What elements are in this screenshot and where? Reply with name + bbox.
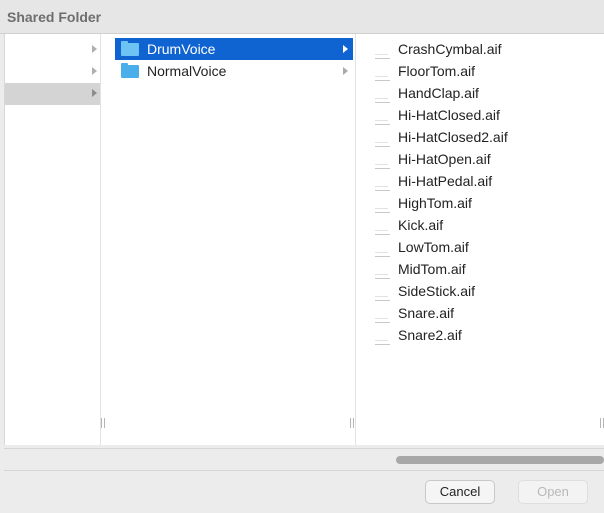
audio-file-icon — [375, 106, 390, 125]
folder-label: DrumVoice — [147, 41, 216, 57]
dialog-title-bar: Shared Folder — [0, 0, 604, 34]
audio-file-icon — [375, 282, 390, 301]
browser-bottom-border — [4, 448, 604, 449]
horizontal-scrollbar-thumb[interactable] — [396, 456, 604, 464]
disclosure-arrow-icon — [92, 89, 97, 97]
audio-file-icon — [375, 128, 390, 147]
disclosure-arrow-icon — [343, 45, 348, 53]
file-label: SideStick.aif — [398, 283, 476, 299]
audio-file-icon — [375, 172, 390, 191]
file-label: Hi-HatClosed2.aif — [398, 129, 508, 145]
browser-column-2[interactable]: DrumVoice NormalVoice — [110, 34, 355, 445]
file-label: HandClap.aif — [398, 85, 479, 101]
column-1-row[interactable] — [5, 61, 100, 83]
file-item[interactable]: Kick.aif — [367, 214, 597, 236]
file-item[interactable]: CrashCymbal.aif — [367, 38, 597, 60]
disclosure-arrow-icon — [92, 67, 97, 75]
cancel-button[interactable]: Cancel — [425, 480, 495, 504]
file-item[interactable]: LowTom.aif — [367, 236, 597, 258]
browser-column-1[interactable] — [5, 34, 100, 445]
button-bar-separator — [4, 470, 604, 471]
column-2-resize-handle[interactable] — [349, 418, 355, 428]
file-item[interactable]: Hi-HatClosed2.aif — [367, 126, 597, 148]
file-label: MidTom.aif — [398, 261, 466, 277]
browser-column-3[interactable]: CrashCymbal.aif FloorTom.aif HandClap.ai… — [367, 34, 604, 445]
folder-label: NormalVoice — [147, 63, 227, 79]
column-1-resize-handle[interactable] — [100, 418, 106, 428]
folder-item-normalvoice[interactable]: NormalVoice — [115, 60, 353, 82]
file-label: HighTom.aif — [398, 195, 472, 211]
file-label: Snare2.aif — [398, 327, 462, 343]
audio-file-icon — [375, 62, 390, 81]
audio-file-icon — [375, 40, 390, 59]
audio-file-icon — [375, 238, 390, 257]
file-item[interactable]: MidTom.aif — [367, 258, 597, 280]
file-label: Hi-HatPedal.aif — [398, 173, 493, 189]
folder-icon — [121, 63, 139, 78]
audio-file-icon — [375, 326, 390, 345]
file-item[interactable]: Hi-HatPedal.aif — [367, 170, 597, 192]
audio-file-icon — [375, 194, 390, 213]
file-item[interactable]: Hi-HatOpen.aif — [367, 148, 597, 170]
column-1-row-selected[interactable] — [5, 83, 100, 105]
disclosure-arrow-icon — [343, 67, 348, 75]
file-item[interactable]: SideStick.aif — [367, 280, 597, 302]
file-label: CrashCymbal.aif — [398, 41, 502, 57]
audio-file-icon — [375, 260, 390, 279]
open-button[interactable]: Open — [518, 480, 588, 504]
column-1-row[interactable] — [5, 39, 100, 61]
audio-file-icon — [375, 150, 390, 169]
file-label: Kick.aif — [398, 217, 444, 233]
folder-icon — [121, 41, 139, 56]
column-3-resize-handle[interactable] — [599, 418, 604, 428]
column-browser[interactable]: DrumVoice NormalVoice CrashCymbal.aif Fl… — [4, 34, 604, 445]
file-item[interactable]: Snare.aif — [367, 302, 597, 324]
audio-file-icon — [375, 304, 390, 323]
file-item[interactable]: Snare2.aif — [367, 324, 597, 346]
file-label: Hi-HatClosed.aif — [398, 107, 500, 123]
file-label: Snare.aif — [398, 305, 455, 321]
column-divider — [100, 34, 101, 445]
folder-item-drumvoice[interactable]: DrumVoice — [115, 38, 353, 60]
file-item[interactable]: HandClap.aif — [367, 82, 597, 104]
disclosure-arrow-icon — [92, 45, 97, 53]
file-label: LowTom.aif — [398, 239, 469, 255]
file-label: FloorTom.aif — [398, 63, 476, 79]
column-divider — [355, 34, 356, 445]
file-item[interactable]: Hi-HatClosed.aif — [367, 104, 597, 126]
file-label: Hi-HatOpen.aif — [398, 151, 491, 167]
file-item[interactable]: HighTom.aif — [367, 192, 597, 214]
file-item[interactable]: FloorTom.aif — [367, 60, 597, 82]
audio-file-icon — [375, 84, 390, 103]
audio-file-icon — [375, 216, 390, 235]
dialog-title: Shared Folder — [7, 9, 102, 25]
